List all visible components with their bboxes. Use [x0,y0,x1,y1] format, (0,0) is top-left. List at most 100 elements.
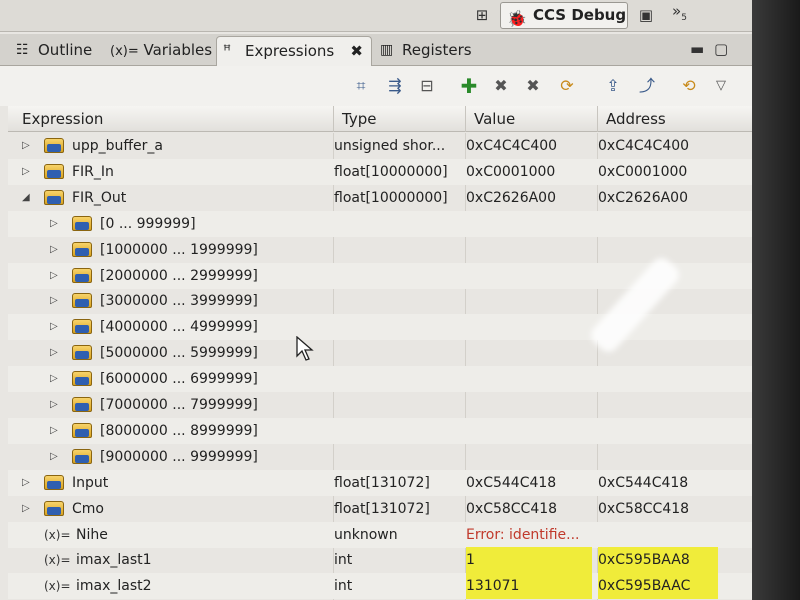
collapsed-twisty-icon[interactable]: ▷ [50,237,58,263]
array-icon [44,163,64,179]
collapsed-twisty-icon[interactable]: ▷ [50,263,58,289]
array-icon [72,422,92,438]
expression-name: [4000000 ... 4999999] [100,319,258,336]
expression-name: [9000000 ... 9999999] [100,448,258,465]
table-row[interactable]: ▷ [1000000 ... 1999999] [8,237,752,263]
minimize-icon[interactable]: ▬ [690,40,704,58]
value-cell[interactable] [466,211,592,237]
table-row[interactable]: ▷ [5000000 ... 5999999] [8,340,752,366]
table-row[interactable]: ▷ [8000000 ... 8999999] [8,417,752,444]
collapse-all-icon[interactable]: ⊟ [416,75,438,97]
table-row[interactable]: ▷ [7000000 ... 7999999] [8,392,752,418]
collapsed-twisty-icon[interactable]: ▷ [22,133,30,159]
value-cell[interactable]: 0xC4C4C400 [466,133,592,159]
array-icon [72,215,92,231]
value-cell[interactable] [466,237,592,263]
ccs-debug-perspective-button[interactable]: 🐞 CCS Debug [500,2,628,29]
array-icon [72,397,92,412]
column-header-address[interactable]: Address [598,106,752,132]
value-cell[interactable]: 0xC2626A00 [466,185,592,211]
value-cell[interactable] [466,288,592,314]
table-row[interactable]: ▷ [0 ... 999999] [8,210,752,237]
collapsed-twisty-icon[interactable]: ▷ [50,340,58,366]
table-row[interactable]: ▷ [6000000 ... 6999999] [8,366,752,393]
value-cell[interactable]: 1 [466,547,592,574]
tab-expressions[interactable]: ꟸ Expressions ✖ [216,36,372,66]
collapsed-twisty-icon[interactable]: ▷ [50,288,58,314]
continuous-refresh-icon[interactable]: ⟲ [678,75,700,97]
close-icon[interactable]: ✖ [350,37,363,65]
address-cell [598,211,718,237]
collapsed-twisty-icon[interactable]: ▷ [22,470,30,496]
expanded-twisty-icon[interactable]: ◢ [22,185,30,211]
table-row[interactable]: ◢ FIR_Out float[10000000] 0xC2626A00 0xC2626… [8,185,752,211]
value-cell[interactable]: 131071 [466,573,592,600]
collapsed-twisty-icon[interactable]: ▷ [50,211,58,237]
table-row[interactable]: ▷ upp_buffer_a unsigned shor... 0xC4C4C400 0… [8,133,752,159]
value-cell[interactable]: 0xC58CC418 [466,496,592,522]
collapsed-twisty-icon[interactable]: ▷ [50,314,58,340]
table-row[interactable]: ▷ Cmo float[131072] 0xC58CC418 0xC58CC418 [8,496,752,522]
expression-name: Cmo [72,500,104,517]
tab-registers[interactable]: ▥ Registers [374,36,480,66]
tab-variables[interactable]: (x)= Variables [104,36,216,66]
value-cell[interactable] [466,340,592,366]
remove-all-expressions-icon[interactable]: ✖ [522,75,544,97]
export-icon[interactable]: ⤴ [636,75,658,97]
value-cell[interactable] [466,444,592,470]
value-cell[interactable] [466,392,592,418]
column-header-value[interactable]: Value [466,106,598,132]
collapsed-twisty-icon[interactable]: ▷ [50,444,58,470]
tab-label: Expressions [245,42,335,60]
expressions-icon: ꟸ [223,43,232,59]
value-cell[interactable]: Error: identifie... [466,522,592,548]
tab-outline[interactable]: ☷ Outline [10,36,102,66]
array-icon [72,448,92,464]
address-cell: 0xC544C418 [598,474,689,491]
debug-bug-icon: 🐞 [507,9,527,28]
view-menu-chevron-down-icon[interactable]: ▽ [710,75,732,97]
collapsed-twisty-icon[interactable]: ▷ [22,496,30,522]
array-icon [72,319,92,335]
import-icon[interactable]: ⇪ [602,75,624,97]
value-cell[interactable] [466,418,592,444]
table-row[interactable]: ▷ [9000000 ... 9999999] [8,444,752,470]
show-type-names-icon[interactable]: ⌗ [350,75,372,97]
collapsed-twisty-icon[interactable]: ▷ [22,159,30,185]
tab-label: Registers [402,41,472,59]
table-row[interactable]: (x)= Nihe unknown Error: identifie... [8,521,752,548]
monitor-bezel [752,0,800,600]
show-logical-structure-icon[interactable]: ⇶ [384,75,406,97]
collapsed-twisty-icon[interactable]: ▷ [50,366,58,392]
open-perspective-icon[interactable]: ⊞ [472,5,492,25]
value-cell[interactable] [466,366,592,392]
perspective-overflow-button[interactable]: »5 [672,2,687,23]
collapsed-twisty-icon[interactable]: ▷ [50,392,58,418]
table-row[interactable]: (x)= imax_last2 int 131071 0xC595BAAC [8,573,752,600]
value-cell[interactable]: 0xC544C418 [466,470,592,496]
table-row[interactable]: ▷ Input float[131072] 0xC544C418 0xC544C418 [8,469,752,496]
address-cell: 0xC2626A00 [598,189,688,206]
add-expression-icon[interactable]: ✚ [458,75,480,97]
value-cell[interactable] [466,314,592,340]
column-header-expression[interactable]: Expression [14,106,334,132]
refresh-icon[interactable]: ⟳ [556,75,578,97]
table-row[interactable]: (x)= imax_last1 int 1 0xC595BAA8 [8,547,752,574]
expression-name: [3000000 ... 3999999] [100,293,258,310]
variable-icon: (x)= [44,579,71,594]
collapsed-twisty-icon[interactable]: ▷ [50,418,58,444]
perspective-switch-icon[interactable]: ▣ [636,5,656,25]
address-cell: 0xC58CC418 [598,500,690,517]
type-cell: unsigned shor... [334,138,446,154]
column-header-type[interactable]: Type [334,106,466,132]
remove-expression-icon[interactable]: ✖ [490,75,512,97]
address-cell: 0xC0001000 [598,163,688,180]
value-cell[interactable]: 0xC0001000 [466,159,592,185]
value-cell[interactable] [466,263,592,289]
type-cell [334,418,460,444]
maximize-icon[interactable]: ▢ [714,40,728,58]
variables-icon: (x)= [110,44,139,59]
array-icon [72,241,92,257]
table-row[interactable]: ▷ FIR_In float[10000000] 0xC0001000 0xC00010… [8,158,752,185]
perspective-label: CCS Debug [533,6,627,24]
